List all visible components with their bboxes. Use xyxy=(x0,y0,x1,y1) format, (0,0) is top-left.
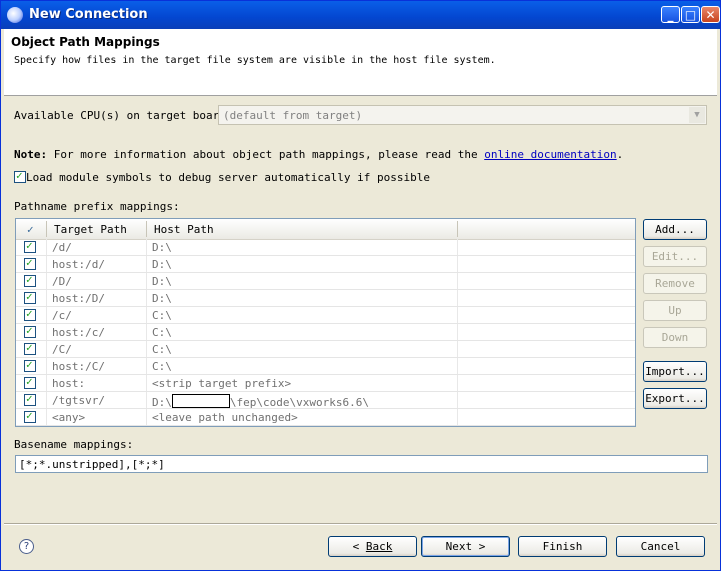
host-path-cell: C:\ xyxy=(152,326,172,339)
pathname-mappings-table: ✓ Target Path Host Path /d/D:\ host:/d/D… xyxy=(15,218,636,427)
page-description: Specify how files in the target file sys… xyxy=(14,55,496,66)
host-path-cell: D:\ xyxy=(152,275,172,288)
note-text: Note: For more information about object … xyxy=(14,148,623,161)
target-path-cell: host:/C/ xyxy=(52,360,105,373)
remove-button[interactable]: Remove xyxy=(643,273,707,294)
table-row[interactable]: host:/D/D:\ xyxy=(16,290,635,307)
chevron-down-icon[interactable]: ▼ xyxy=(689,107,705,123)
table-row[interactable]: host:/d/D:\ xyxy=(16,256,635,273)
host-path-cell: C:\ xyxy=(152,360,172,373)
host-path-prefix: D:\ xyxy=(152,396,172,409)
check-column-header[interactable]: ✓ xyxy=(27,223,34,236)
row-checkbox[interactable] xyxy=(24,307,36,321)
row-checkbox[interactable] xyxy=(24,392,36,406)
host-path-cell: C:\ xyxy=(152,309,172,322)
window-title: New Connection xyxy=(29,7,148,22)
up-button[interactable]: Up xyxy=(643,300,707,321)
host-path-column-header[interactable]: Host Path xyxy=(154,223,214,236)
basename-label: Basename mappings: xyxy=(14,438,134,451)
basename-value: [*;*.unstripped],[*;*] xyxy=(19,458,165,471)
table-row[interactable]: host:/C/C:\ xyxy=(16,358,635,375)
row-checkbox[interactable] xyxy=(24,256,36,270)
edit-button[interactable]: Edit... xyxy=(643,246,707,267)
table-row[interactable]: /D/D:\ xyxy=(16,273,635,290)
row-checkbox[interactable] xyxy=(24,290,36,304)
target-path-cell: /tgtsvr/ xyxy=(52,394,105,407)
row-checkbox[interactable] xyxy=(24,358,36,372)
table-row[interactable]: /tgtsvr/D:\ \fep\code\vxworks6.6\ xyxy=(16,392,635,409)
close-button[interactable]: ✕ xyxy=(701,6,720,23)
table-row[interactable]: /d/D:\ xyxy=(16,239,635,256)
cpu-combo-value: (default from target) xyxy=(223,109,363,122)
table-row[interactable]: /C/C:\ xyxy=(16,341,635,358)
target-path-cell: /D/ xyxy=(52,275,72,288)
host-path-cell: D:\ xyxy=(152,292,172,305)
row-checkbox[interactable] xyxy=(24,409,36,423)
add-button[interactable]: Add... xyxy=(643,219,707,240)
target-path-cell: host:/d/ xyxy=(52,258,105,271)
help-icon[interactable]: ? xyxy=(19,539,34,554)
target-path-cell: host:/D/ xyxy=(52,292,105,305)
row-checkbox[interactable] xyxy=(24,324,36,338)
cancel-button[interactable]: Cancel xyxy=(616,536,705,557)
eclipse-icon xyxy=(7,7,23,23)
finish-button[interactable]: Finish xyxy=(518,536,607,557)
down-button[interactable]: Down xyxy=(643,327,707,348)
back-button[interactable]: < Back xyxy=(328,536,417,557)
host-path-cell: D:\ xyxy=(152,241,172,254)
import-button[interactable]: Import... xyxy=(643,361,707,382)
table-row[interactable]: <any> <leave path unchanged> xyxy=(16,409,635,426)
table-row[interactable]: /c/C:\ xyxy=(16,307,635,324)
table-row[interactable]: host:/c/C:\ xyxy=(16,324,635,341)
back-label: Back xyxy=(365,540,393,553)
host-path-cell: <leave path unchanged> xyxy=(152,411,298,424)
note-body: For more information about object path m… xyxy=(47,148,485,161)
target-path-cell: /c/ xyxy=(52,309,72,322)
host-path-cell: D:\ xyxy=(152,258,172,271)
target-path-cell: <any> xyxy=(52,411,86,424)
target-path-cell: host:/c/ xyxy=(52,326,105,339)
host-path-cell: D:\ \fep\code\vxworks6.6\ xyxy=(152,394,369,409)
cpu-label: Available CPU(s) on target board: xyxy=(14,109,233,122)
row-checkbox[interactable] xyxy=(24,239,36,253)
table-row[interactable]: host: <strip target prefix> xyxy=(16,375,635,392)
target-path-cell: /C/ xyxy=(52,343,72,356)
row-checkbox[interactable] xyxy=(24,273,36,287)
host-path-cell: C:\ xyxy=(152,343,172,356)
row-checkbox[interactable] xyxy=(24,375,36,389)
new-connection-dialog: New Connection _ □ ✕ Object Path Mapping… xyxy=(0,0,721,571)
online-documentation-link[interactable]: online documentation xyxy=(484,148,616,161)
next-button[interactable]: Next > xyxy=(421,536,510,557)
minimize-button[interactable]: _ xyxy=(661,6,680,23)
load-symbols-option[interactable]: Load module symbols to debug server auto… xyxy=(14,169,430,184)
footer-separator xyxy=(4,523,717,525)
target-path-column-header[interactable]: Target Path xyxy=(54,223,127,236)
pathname-label: Pathname prefix mappings: xyxy=(14,200,180,213)
redacted-block xyxy=(171,394,230,408)
wizard-header: Object Path Mappings Specify how files i… xyxy=(4,29,717,96)
load-symbols-label: Load module symbols to debug server auto… xyxy=(26,171,430,184)
target-path-cell: /d/ xyxy=(52,241,72,254)
load-symbols-checkbox[interactable] xyxy=(14,169,26,183)
title-bar[interactable]: New Connection _ □ ✕ xyxy=(1,1,720,29)
note-bold: Note: xyxy=(14,148,48,161)
page-title: Object Path Mappings xyxy=(11,35,160,49)
host-path-suffix: \fep\code\vxworks6.6\ xyxy=(229,396,369,409)
host-path-cell: <strip target prefix> xyxy=(152,377,292,390)
export-button[interactable]: Export... xyxy=(643,388,707,409)
row-checkbox[interactable] xyxy=(24,341,36,355)
basename-input[interactable]: [*;*.unstripped],[*;*] xyxy=(15,455,708,473)
note-end: . xyxy=(616,148,624,161)
cpu-combo[interactable]: (default from target) ▼ xyxy=(218,105,707,125)
table-header: ✓ Target Path Host Path xyxy=(16,219,635,240)
target-path-cell: host: xyxy=(52,377,86,390)
maximize-button[interactable]: □ xyxy=(681,6,700,23)
